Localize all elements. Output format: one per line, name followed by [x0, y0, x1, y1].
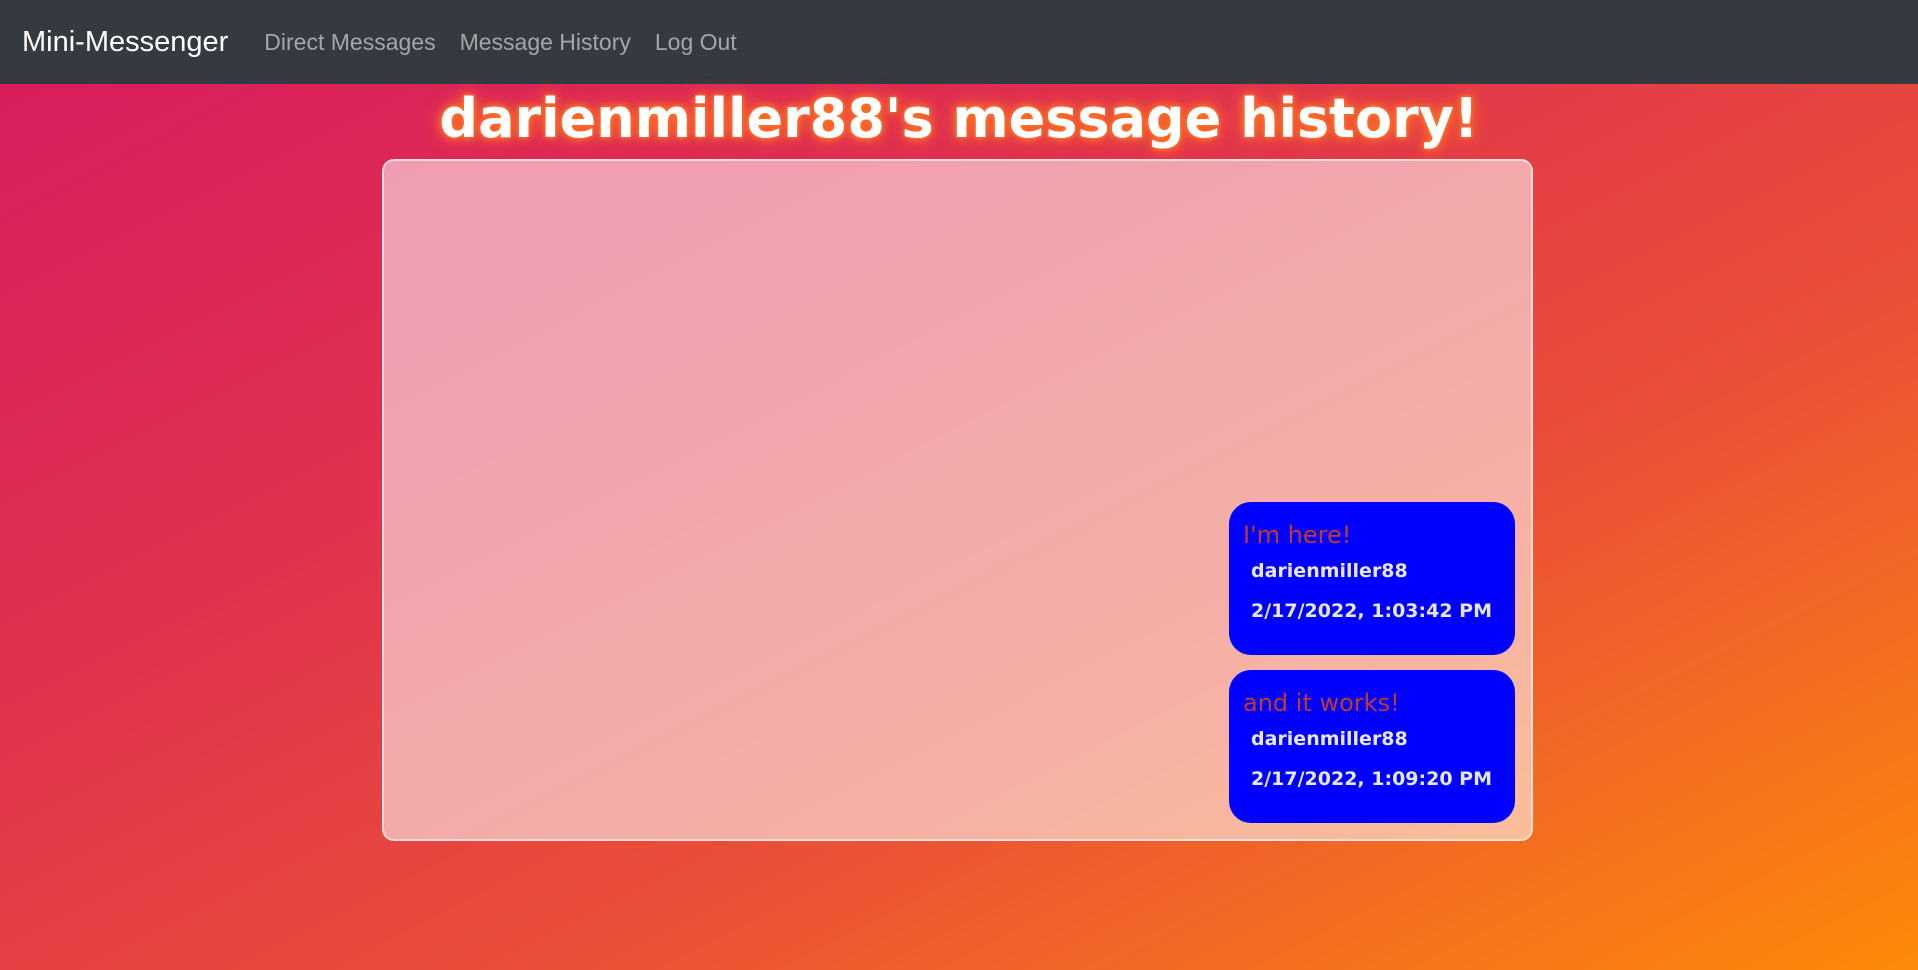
- message-history-panel[interactable]: I'm here! darienmiller88 2/17/2022, 1:03…: [382, 159, 1533, 841]
- nav-link-direct-messages[interactable]: Direct Messages: [264, 29, 435, 56]
- page-title: darienmiller88's message history!: [439, 87, 1479, 150]
- message-text: and it works!: [1243, 689, 1400, 717]
- nav-link-log-out[interactable]: Log Out: [655, 29, 737, 56]
- message-bubble: and it works! darienmiller88 2/17/2022, …: [1229, 670, 1515, 823]
- message-bubble: I'm here! darienmiller88 2/17/2022, 1:03…: [1229, 502, 1515, 655]
- brand-link[interactable]: Mini-Messenger: [22, 26, 228, 59]
- navbar: Mini-Messenger Direct Messages Message H…: [0, 0, 1918, 84]
- message-timestamp: 2/17/2022, 1:09:20 PM: [1251, 768, 1492, 790]
- message-sender: darienmiller88: [1251, 560, 1408, 582]
- message-text: I'm here!: [1243, 521, 1352, 549]
- message-sender: darienmiller88: [1251, 728, 1408, 750]
- message-timestamp: 2/17/2022, 1:03:42 PM: [1251, 600, 1492, 622]
- nav-link-message-history[interactable]: Message History: [460, 29, 631, 56]
